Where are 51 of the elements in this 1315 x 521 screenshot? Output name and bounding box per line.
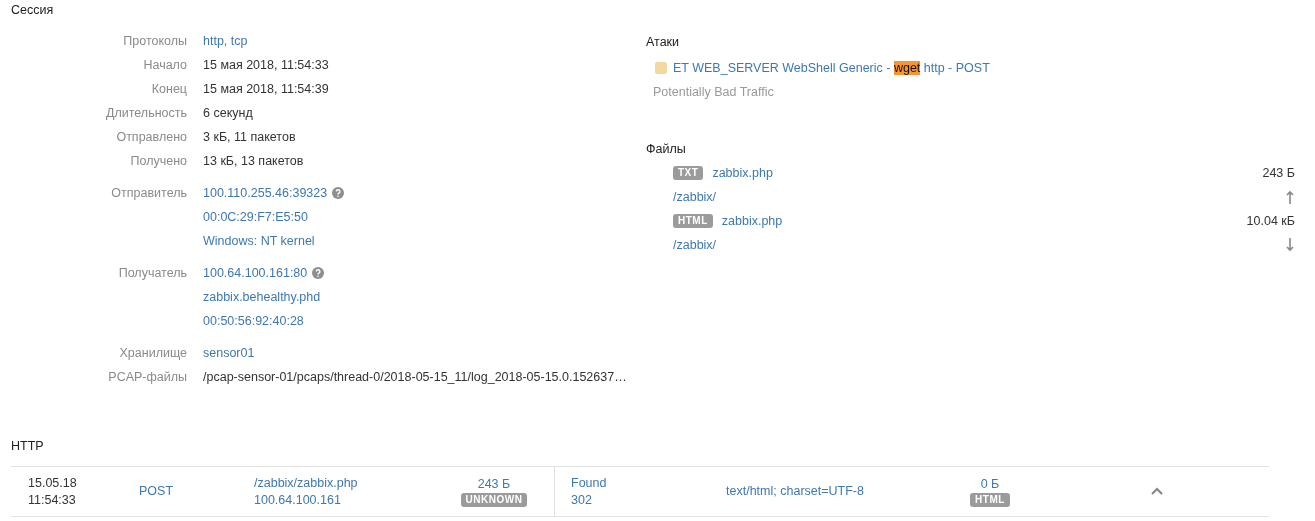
request-size[interactable]: 243 Б bbox=[477, 476, 511, 493]
field-label: Отправлено bbox=[115, 129, 187, 146]
file-size: 243 Б bbox=[1262, 165, 1295, 182]
field-value: 6 секунд bbox=[203, 106, 253, 120]
file-size: 10.04 кБ bbox=[1246, 213, 1295, 230]
type-badge: HTML bbox=[970, 493, 1010, 507]
field-link[interactable]: 100.64.100.161:80 bbox=[203, 266, 308, 280]
field-label: Длительность bbox=[105, 105, 187, 122]
status-code-link[interactable]: 302 bbox=[571, 491, 655, 509]
section-title: Атаки bbox=[646, 34, 681, 50]
field-link[interactable]: 00:50:56:92:40:28 bbox=[203, 314, 304, 328]
url-link[interactable]: /zabbix/zabbix.php bbox=[254, 474, 434, 492]
file-path-link[interactable]: /zabbix/ bbox=[673, 238, 717, 252]
response-size[interactable]: 0 Б bbox=[980, 476, 1000, 493]
field-value: 13 кБ, 13 пакетов bbox=[203, 154, 304, 168]
field-link[interactable]: sensor01 bbox=[203, 346, 255, 360]
field-label: Отправитель bbox=[110, 185, 187, 202]
field-label: Конец bbox=[150, 81, 187, 98]
field-value: 15 мая 2018, 11:54:39 bbox=[203, 82, 329, 96]
file-link[interactable]: zabbix.php bbox=[721, 209, 783, 233]
method-link[interactable]: POST bbox=[139, 483, 254, 500]
file-link[interactable]: zabbix.php bbox=[712, 161, 773, 185]
section-title: HTTP bbox=[11, 438, 45, 454]
field-label: Получено bbox=[129, 153, 187, 170]
field-link[interactable]: http, tcp bbox=[203, 34, 248, 48]
field-label: Начало bbox=[142, 57, 187, 74]
request-time: 11:54:33 bbox=[28, 491, 77, 509]
section-title: Файлы bbox=[646, 141, 687, 157]
field-link[interactable]: zabbix.behealthy.phd bbox=[203, 290, 321, 304]
request-date: 15.05.18 bbox=[28, 474, 78, 492]
field-value: 15 мая 2018, 11:54:33 bbox=[203, 58, 329, 72]
host-link[interactable]: 100.64.100.161 bbox=[254, 491, 434, 509]
attack-link[interactable]: ET WEB_SERVER WebShell Generic - wget http - POST bbox=[673, 56, 990, 80]
field-value: 3 кБ, 11 пакетов bbox=[203, 130, 296, 144]
attack-category: Potentially Bad Traffic bbox=[652, 84, 775, 101]
field-link[interactable]: 100.110.255.46:39323 bbox=[203, 186, 328, 200]
status-text-link[interactable]: Found bbox=[571, 474, 655, 492]
field-link[interactable]: 00:0C:29:F7:E5:50 bbox=[203, 210, 308, 224]
field-value: /pcap-sensor-01/pcaps/thread-0/2018-05-15_11/log_2018-05-15.0.152637… bbox=[203, 370, 627, 384]
field-label: Хранилище bbox=[118, 345, 187, 362]
file-type-badge: HTML bbox=[673, 214, 713, 228]
field-label: PCAP-файлы bbox=[107, 369, 187, 386]
type-badge: UNKNOWN bbox=[460, 493, 528, 507]
file-type-badge: TXT bbox=[673, 166, 704, 180]
field-label: Протоколы bbox=[122, 33, 187, 50]
content-type-link[interactable]: text/html; charset=UTF-8 bbox=[726, 483, 864, 500]
field-label: Получатель bbox=[117, 265, 187, 282]
file-path-link[interactable]: /zabbix/ bbox=[673, 190, 717, 204]
section-title: Сессия bbox=[11, 2, 55, 18]
field-link[interactable]: Windows: NT kernel bbox=[203, 234, 315, 248]
chevron-up-icon[interactable] bbox=[1151, 487, 1163, 496]
